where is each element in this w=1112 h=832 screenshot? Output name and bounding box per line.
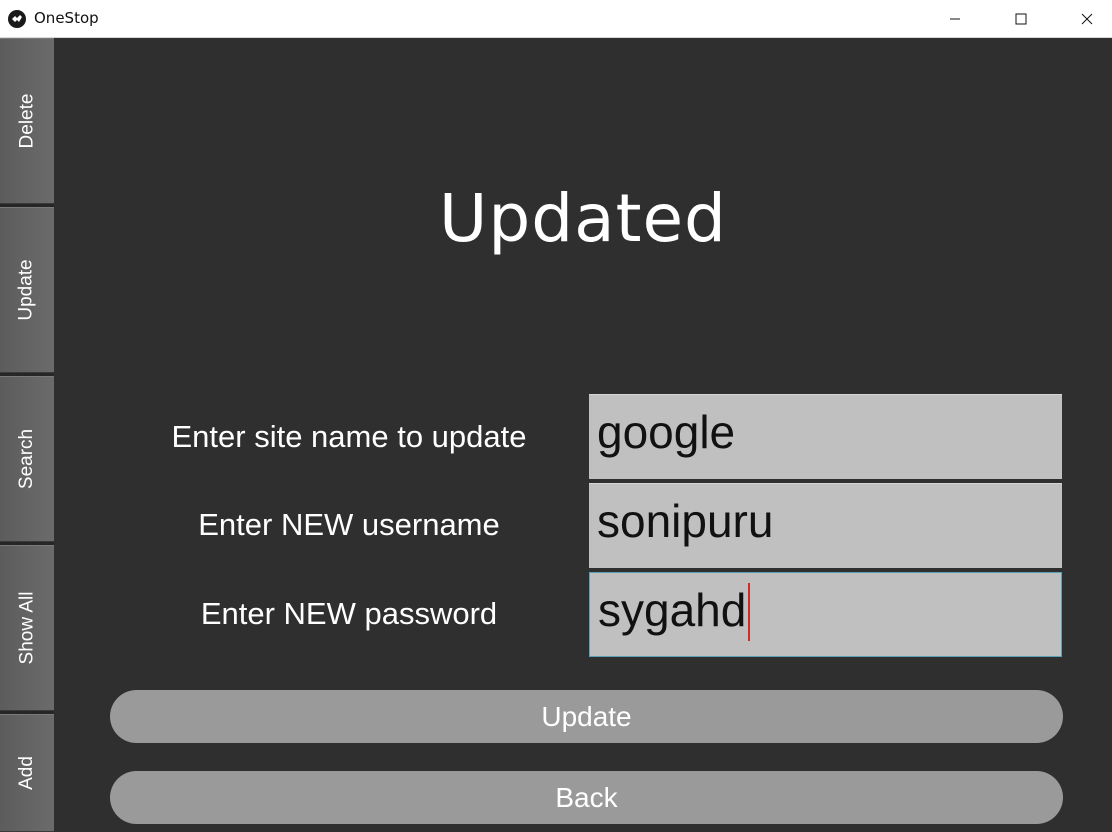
- site-name-value: google: [597, 406, 736, 458]
- close-button[interactable]: [1064, 0, 1110, 38]
- username-label: Enter NEW username: [198, 507, 500, 542]
- username-input[interactable]: sonipuru: [589, 483, 1062, 568]
- minimize-icon: [949, 10, 961, 29]
- password-label: Enter NEW password: [200, 596, 498, 631]
- tab-delete[interactable]: Delete: [0, 38, 54, 204]
- tab-search[interactable]: Search: [0, 376, 54, 542]
- text-caret: [748, 583, 751, 641]
- maximize-icon: [1015, 10, 1027, 29]
- minimize-button[interactable]: [932, 0, 978, 38]
- tab-add[interactable]: Add: [0, 714, 54, 832]
- window-title: OneStop: [34, 9, 99, 27]
- close-icon: [1081, 10, 1093, 29]
- password-input[interactable]: sygahd: [589, 572, 1062, 657]
- tab-show-all[interactable]: Show All: [0, 545, 54, 711]
- title-bar: OneStop: [0, 0, 1112, 38]
- tab-label: Delete: [16, 93, 38, 149]
- tab-label: Show All: [16, 591, 37, 665]
- password-value-wrap: sygahd: [598, 583, 751, 641]
- site-name-label: Enter site name to update: [171, 419, 527, 454]
- page-title: Updated: [439, 180, 727, 257]
- tab-label: Update: [16, 259, 37, 321]
- tab-label: Search: [16, 428, 38, 490]
- back-button[interactable]: Back: [110, 771, 1063, 824]
- site-name-input[interactable]: google: [589, 394, 1062, 479]
- tab-label: Add: [16, 756, 37, 790]
- maximize-button[interactable]: [998, 0, 1044, 38]
- update-button[interactable]: Update: [110, 690, 1063, 743]
- tab-update[interactable]: Update: [0, 207, 54, 373]
- username-value: sonipuru: [597, 495, 774, 547]
- app-logo-icon: [8, 10, 26, 28]
- password-value: sygahd: [598, 584, 747, 636]
- sidebar: Delete Update Search Show All Add: [0, 38, 54, 832]
